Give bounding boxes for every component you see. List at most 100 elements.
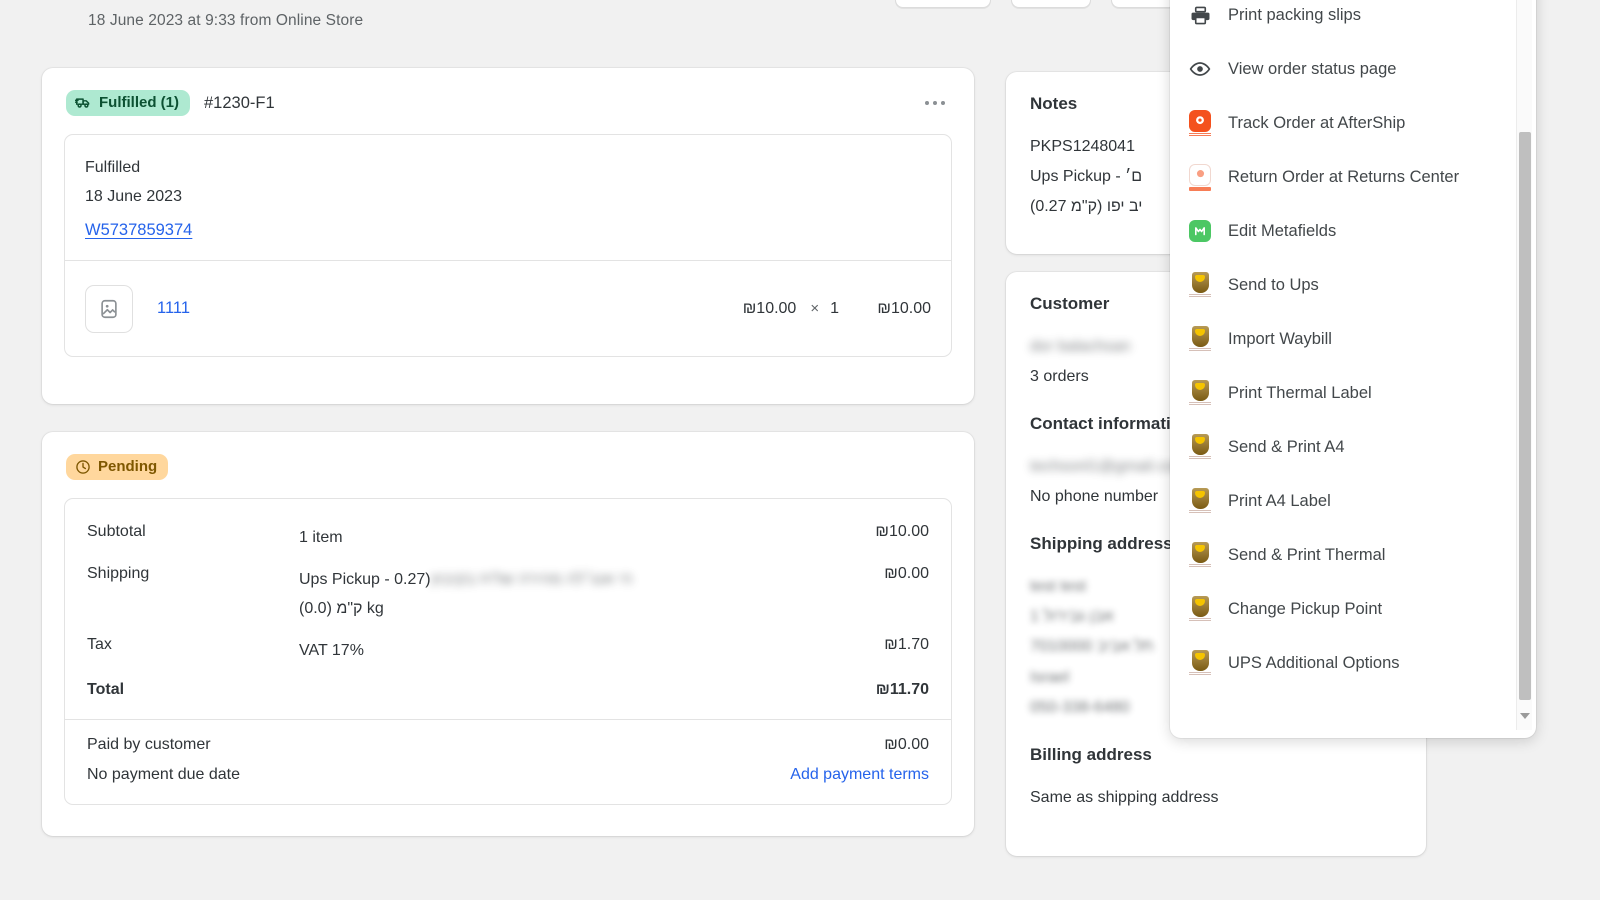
menu-item-track-order-at-aftership[interactable]: Track Order at AfterShip (1170, 96, 1536, 150)
subtotal-detail: 1 item (299, 523, 875, 553)
order-timestamp: 18 June 2023 at 9:33 from Online Store (88, 12, 363, 30)
payment-card: Pending Subtotal 1 item ₪10.00 Shipping … (42, 432, 974, 836)
menu-item-print-packing-slips[interactable]: Print packing slips (1170, 0, 1536, 42)
payment-row-subtotal: Subtotal 1 item ₪10.00 (87, 517, 929, 559)
shipping-amount: ₪0.00 (884, 565, 929, 583)
ups-app-icon (1188, 597, 1212, 621)
shipping-detail-redacted: הי אנג׳לה מהירה שליח בקיבוץ (431, 571, 633, 588)
payment-row-due: No payment due date Add payment terms (87, 760, 929, 790)
payment-divider (65, 719, 951, 720)
menu-item-label: Print packing slips (1228, 6, 1361, 25)
fulfillment-date-text: 18 June 2023 (85, 182, 931, 211)
order-details-page: 18 June 2023 at 9:33 from Online Store F… (0, 0, 1600, 900)
menu-item-return-order-at-returns-center[interactable]: Return Order at Returns Center (1170, 150, 1536, 204)
payment-status-label: Pending (98, 458, 157, 475)
shipping-detail-weight: (ק"מ (0.0 kg (299, 600, 384, 617)
eye-icon (1188, 57, 1212, 81)
menu-item-import-waybill[interactable]: Import Waybill (1170, 312, 1536, 366)
payment-row-total: Total ₪11.70 (87, 671, 929, 705)
clock-icon (75, 459, 91, 475)
line-item-title-link[interactable]: 1111 (157, 299, 190, 318)
ups-app-icon (1188, 273, 1212, 297)
aftership-returns-app-icon (1188, 165, 1212, 189)
fulfillment-more-menu-button[interactable] (920, 90, 950, 116)
menu-item-label: Send & Print A4 (1228, 438, 1345, 457)
fulfillment-status-label: Fulfilled (1) (99, 94, 179, 111)
tax-label: Tax (87, 636, 299, 654)
line-item-total: ₪10.00 (839, 300, 931, 318)
total-label: Total (87, 681, 299, 699)
subtotal-amount: ₪10.00 (875, 523, 929, 541)
aftership-track-app-icon (1188, 111, 1212, 135)
payment-summary-table: Subtotal 1 item ₪10.00 Shipping Ups Pick… (64, 498, 952, 805)
delivery-truck-icon (75, 95, 92, 110)
metafields-app-icon (1188, 219, 1212, 243)
payment-due-label: No payment due date (87, 766, 790, 784)
fulfillment-card-header: Fulfilled (1) #1230-F1 (42, 68, 974, 116)
line-item-unit-price: ₪10.00 (743, 300, 797, 318)
scroll-down-arrow-icon[interactable] (1517, 708, 1533, 724)
printer-icon (1188, 3, 1212, 27)
paid-by-customer-label: Paid by customer (87, 736, 299, 754)
menu-item-label: Track Order at AfterShip (1228, 114, 1405, 133)
order-actions-dropdown-menu: Print order pagePrint packing slipsView … (1170, 0, 1536, 738)
fulfillment-state-text: Fulfilled (85, 153, 931, 182)
menu-item-list: Print order pagePrint packing slipsView … (1170, 0, 1536, 690)
payment-row-shipping: Shipping Ups Pickup - 0.27)הי אנג׳לה מהי… (87, 559, 929, 630)
menu-item-label: Send & Print Thermal (1228, 546, 1385, 565)
menu-item-label: View order status page (1228, 60, 1396, 79)
ups-app-icon (1188, 543, 1212, 567)
subtotal-label: Subtotal (87, 523, 299, 541)
fulfillment-fragment-name: #1230-F1 (204, 94, 275, 113)
menu-item-view-order-status-page[interactable]: View order status page (1170, 42, 1536, 96)
billing-address-title: Billing address (1030, 745, 1402, 765)
menu-item-send-print-thermal[interactable]: Send & Print Thermal (1170, 528, 1536, 582)
menu-item-label: Print Thermal Label (1228, 384, 1372, 403)
menu-item-send-print-a4[interactable]: Send & Print A4 (1170, 420, 1536, 474)
shipping-detail-visible: Ups Pickup - 0.27) (299, 571, 431, 588)
menu-item-print-thermal-label[interactable]: Print Thermal Label (1170, 366, 1536, 420)
payment-row-tax: Tax VAT 17% ₪1.70 (87, 630, 929, 672)
tax-amount: ₪1.70 (884, 636, 929, 654)
add-payment-terms-link[interactable]: Add payment terms (790, 766, 929, 784)
line-item-quantity: 1 (830, 300, 839, 318)
tax-detail: VAT 17% (299, 636, 884, 666)
payment-row-paid: Paid by customer ₪0.00 (87, 730, 929, 760)
billing-address-value: Same as shipping address (1030, 783, 1402, 813)
menu-scrollbar[interactable] (1516, 0, 1532, 730)
ups-app-icon (1188, 327, 1212, 351)
more-horizontal-icon (925, 101, 929, 105)
menu-item-change-pickup-point[interactable]: Change Pickup Point (1170, 582, 1536, 636)
menu-item-ups-additional-options[interactable]: UPS Additional Options (1170, 636, 1536, 690)
fulfillment-tracking-block: Fulfilled 18 June 2023 W5737859374 (65, 135, 951, 260)
ups-app-icon (1188, 435, 1212, 459)
ups-app-icon (1188, 651, 1212, 675)
ups-app-icon (1188, 381, 1212, 405)
menu-item-label: Change Pickup Point (1228, 600, 1382, 619)
menu-item-label: Print A4 Label (1228, 492, 1331, 511)
menu-item-send-to-ups[interactable]: Send to Ups (1170, 258, 1536, 312)
fulfillment-status-badge: Fulfilled (1) (66, 90, 190, 116)
menu-item-label: Import Waybill (1228, 330, 1332, 349)
scrollbar-thumb[interactable] (1519, 132, 1531, 700)
menu-item-label: Return Order at Returns Center (1228, 168, 1459, 187)
paid-amount: ₪0.00 (884, 736, 929, 754)
menu-item-label: Send to Ups (1228, 276, 1319, 295)
header-action-button-3[interactable] (1111, 0, 1177, 8)
shipping-label: Shipping (87, 565, 299, 583)
menu-item-print-a4-label[interactable]: Print A4 Label (1170, 474, 1536, 528)
fulfillment-details-box: Fulfilled 18 June 2023 W5737859374 1111 … (64, 134, 952, 357)
menu-item-edit-metafields[interactable]: Edit Metafields (1170, 204, 1536, 258)
payment-status-badge: Pending (66, 454, 168, 480)
menu-item-label: Edit Metafields (1228, 222, 1336, 241)
fulfillment-card: Fulfilled (1) #1230-F1 Fulfilled 18 June… (42, 68, 974, 404)
header-action-button-2[interactable] (1011, 0, 1091, 8)
header-action-button-1[interactable] (895, 0, 991, 8)
line-item-row: 1111 ₪10.00 × 1 ₪10.00 (65, 260, 951, 356)
menu-item-label: UPS Additional Options (1228, 654, 1400, 673)
line-item-multiply-symbol: × (810, 300, 819, 317)
total-amount: ₪11.70 (876, 681, 929, 699)
tracking-number-link[interactable]: W5737859374 (85, 221, 192, 240)
image-placeholder-icon (98, 298, 120, 320)
ups-app-icon (1188, 489, 1212, 513)
